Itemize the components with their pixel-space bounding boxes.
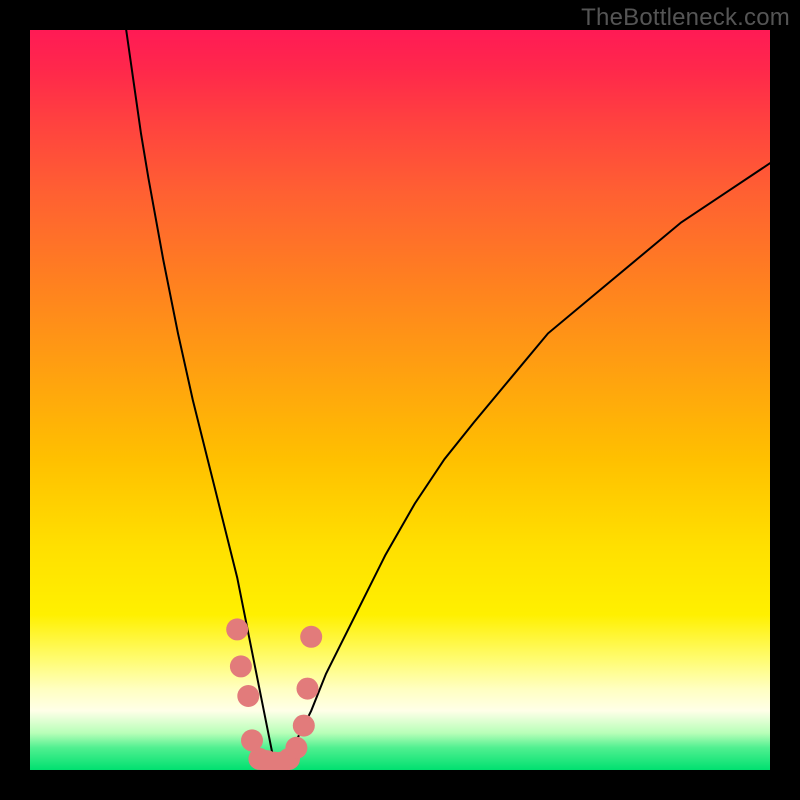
watermark-text: TheBottleneck.com: [581, 4, 790, 32]
curve-marker: [293, 715, 315, 737]
curve-marker: [297, 678, 319, 700]
curve-marker: [285, 737, 307, 759]
plot-area: [30, 30, 770, 770]
curve-marker: [300, 626, 322, 648]
curve-marker: [226, 618, 248, 640]
curve-marker: [230, 655, 252, 677]
curve-marker: [237, 685, 259, 707]
left-curve: [126, 30, 274, 763]
right-curve: [289, 163, 770, 762]
chart-svg: [30, 30, 770, 770]
chart-frame: TheBottleneck.com: [0, 0, 800, 800]
curve-markers: [226, 618, 322, 770]
